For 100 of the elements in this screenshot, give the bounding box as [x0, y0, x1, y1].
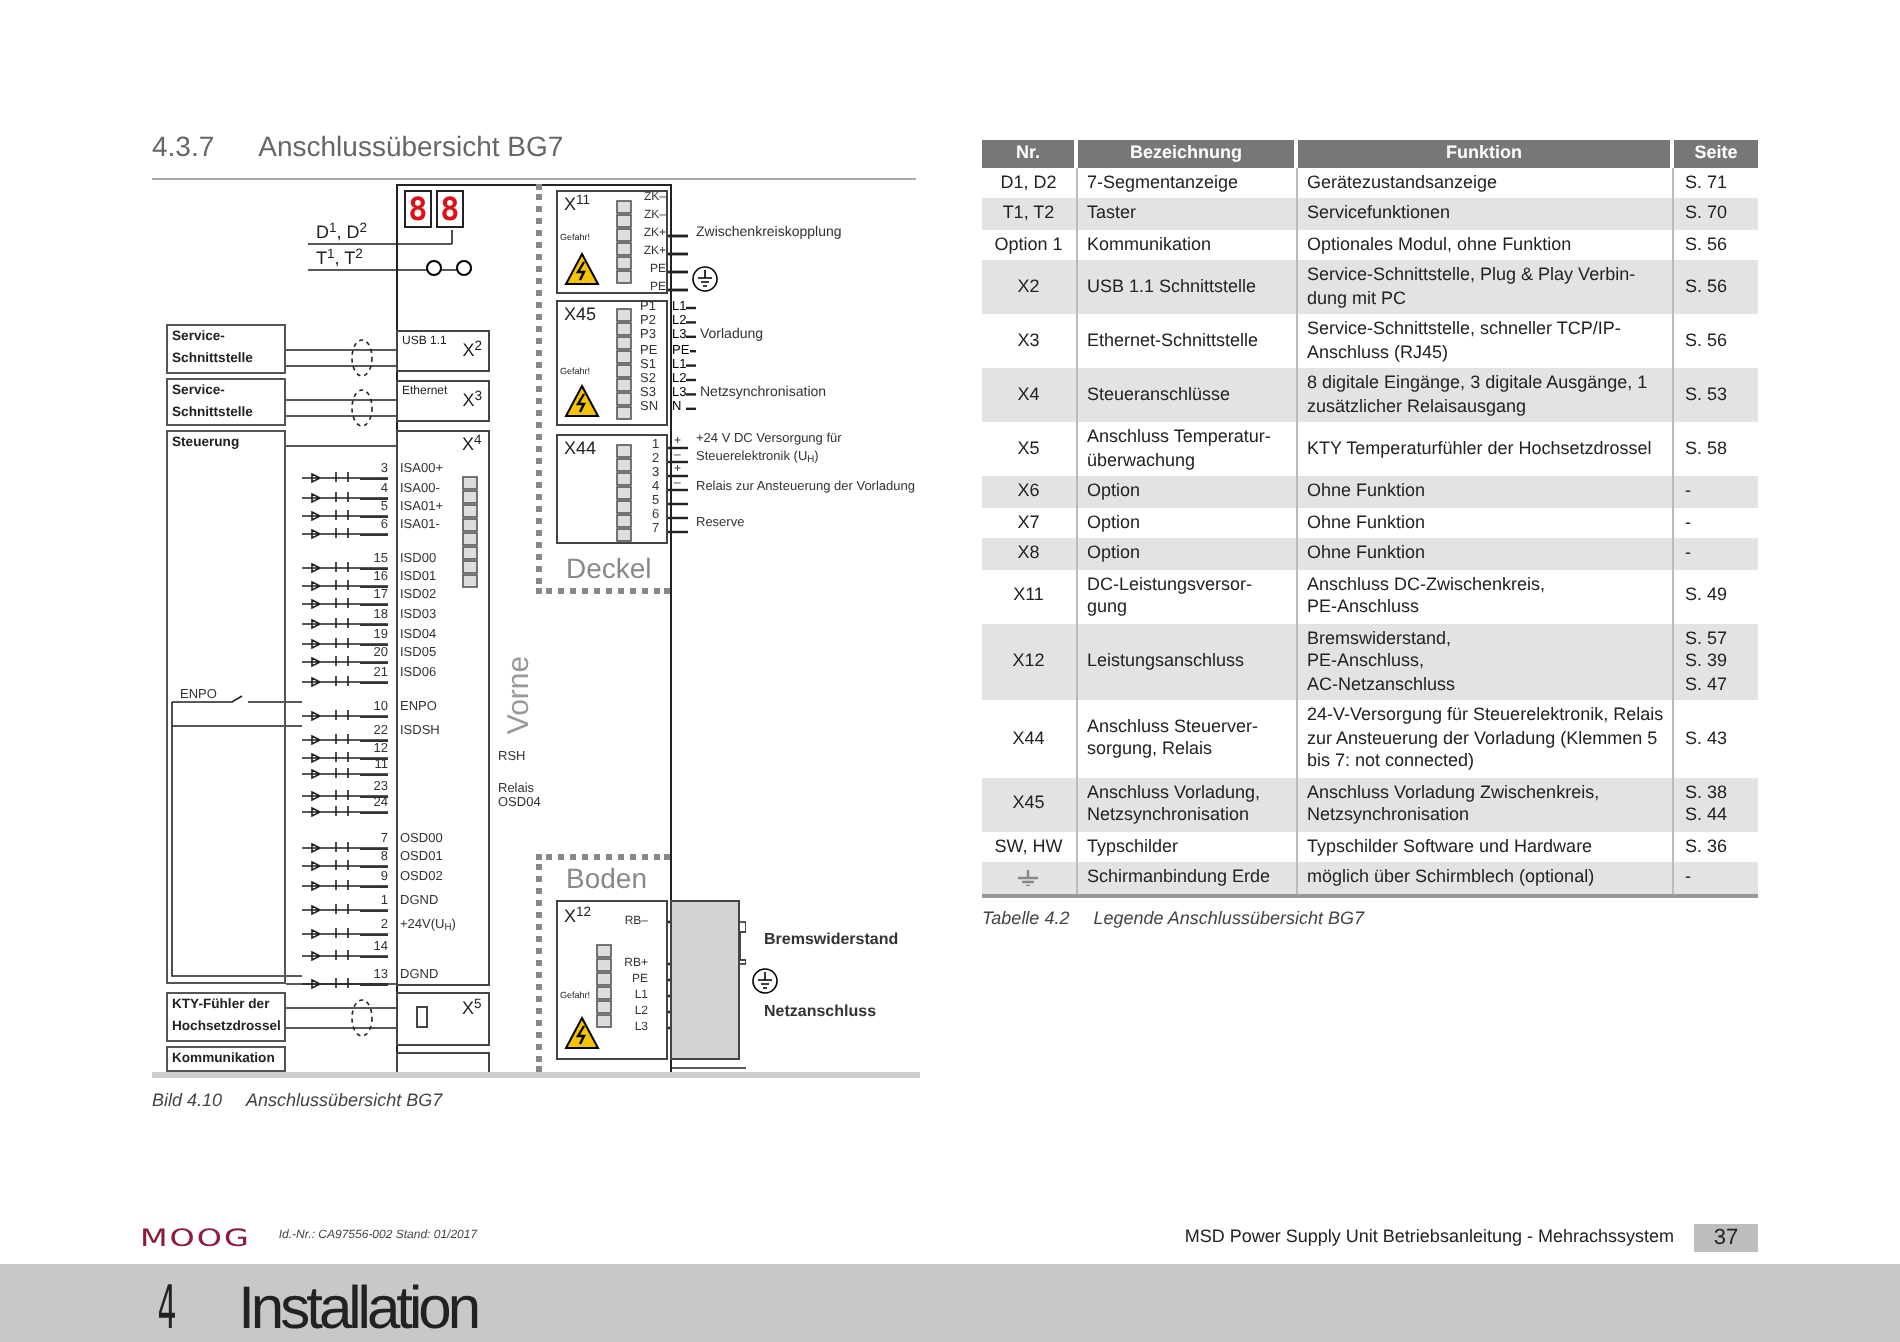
seven-segment-digit: 8 — [436, 190, 464, 228]
port-label: X$^{4}$ — [462, 436, 482, 454]
page-reference: S. 58 — [1685, 437, 1730, 461]
page-reference: S. 71 — [1685, 171, 1730, 194]
side-label: Vorne — [504, 655, 535, 735]
pin-wire — [301, 927, 389, 939]
page-reference: S. 44 — [1685, 804, 1730, 827]
section-number: 4.3.7 — [152, 132, 215, 160]
page-reference: - — [1685, 511, 1693, 534]
page-reference: - — [1685, 542, 1693, 565]
port-label: X$^{2}$ — [462, 342, 482, 360]
pin-wire — [301, 751, 389, 763]
pin-wire — [301, 859, 389, 871]
pin-wire — [301, 579, 389, 591]
table-cell: D1, D2 — [982, 167, 1076, 198]
pin-wire — [301, 675, 389, 687]
pin-wire — [301, 977, 389, 989]
pin-wire — [301, 879, 389, 891]
cable-line — [285, 1007, 397, 1009]
page-reference: S. 56 — [1685, 329, 1730, 353]
pin-wire — [301, 709, 389, 721]
page-reference: S. 43 — [1685, 727, 1730, 750]
table-cell: SW, HW — [982, 831, 1076, 862]
warning-icon — [564, 252, 600, 286]
pin-wire — [301, 527, 389, 539]
table-cell: X44 — [982, 700, 1076, 777]
pin-wire — [301, 561, 389, 573]
ground-icon — [692, 266, 718, 292]
page-reference: S. 56 — [1685, 275, 1730, 299]
pin-wire — [301, 617, 389, 629]
display-label: D$^{1}$, D$^{2}$ — [316, 224, 368, 242]
terminal-block-icon — [616, 308, 632, 422]
terminal-block-icon — [596, 944, 612, 1030]
cable-line — [285, 415, 397, 417]
page-reference: S. 53 — [1685, 383, 1730, 407]
port-box — [396, 992, 490, 1046]
pin-wire — [301, 949, 389, 961]
area-label: Deckel — [566, 554, 652, 582]
table-cell: Option 1 — [982, 229, 1076, 260]
pin-wire — [301, 471, 389, 483]
shield-marker — [351, 999, 373, 1037]
shield-marker — [351, 339, 373, 377]
pin-wire — [301, 767, 389, 779]
terminal-wire — [686, 321, 696, 324]
company-logo: MOOG — [140, 1225, 251, 1249]
page-number: 37 — [1694, 1223, 1758, 1251]
cable-line — [285, 399, 397, 401]
table-number: Tabelle 4.2 — [982, 905, 1070, 931]
button-label: T$^{1}$, T$^{2}$ — [316, 250, 363, 268]
table-cell: X4 — [982, 368, 1076, 422]
port-box — [396, 1052, 490, 1072]
terminal-wire — [686, 393, 696, 396]
pin-wire — [301, 789, 389, 801]
table-cell: X7 — [982, 507, 1076, 538]
table-cell: X6 — [982, 476, 1076, 507]
table-caption: Legende Anschlussübersicht BG7 — [1093, 905, 1364, 932]
page-reference: - — [1685, 480, 1693, 503]
table-cell: X11 — [982, 569, 1076, 623]
pin-wire — [301, 509, 389, 521]
terminal-block-icon — [462, 476, 478, 590]
page-reference: S. 38 — [1685, 781, 1730, 804]
page-reference: S. 56 — [1685, 233, 1730, 256]
ground-icon — [752, 968, 778, 994]
pin-wire — [301, 841, 389, 853]
enpo-switch-wire — [171, 695, 303, 703]
warning-icon — [564, 1016, 600, 1050]
page-reference: S. 70 — [1685, 202, 1730, 225]
connection-label: Netzanschluss — [764, 1004, 877, 1020]
page-reference: S. 47 — [1685, 673, 1730, 696]
table-cell: X3 — [982, 314, 1076, 368]
cable-line — [285, 365, 397, 367]
cable-line — [285, 445, 397, 447]
shield-marker — [351, 389, 373, 427]
table-cell: X45 — [982, 777, 1076, 831]
connection-label: Bremswiderstand — [764, 932, 899, 948]
pin-wire — [301, 637, 389, 649]
page-reference: - — [1685, 866, 1693, 889]
cable-line — [285, 1027, 397, 1029]
pin-wire — [301, 733, 389, 745]
section-title: Anschlussübersicht BG7 — [258, 132, 564, 160]
page-reference: S. 36 — [1685, 835, 1730, 858]
figure-number: Bild 4.10 — [152, 1088, 223, 1114]
seven-segment-digit: 8 — [404, 190, 432, 228]
pin-wire — [301, 491, 389, 503]
port-label: X$^{5}$ — [462, 1000, 482, 1018]
table-cell: möglich über Schirmblech (optional) — [1296, 862, 1672, 895]
chapter-title: Installation — [238, 1278, 478, 1342]
table-cell: Schirmanbindung Erde — [1076, 862, 1296, 895]
terminal-block-icon — [616, 444, 632, 544]
figure-caption: Anschlussübersicht BG7 — [246, 1088, 443, 1114]
document-title: MSD Power Supply Unit Betriebsanleitung - Mehrachssystem — [1184, 1223, 1674, 1250]
pin-wire — [301, 597, 389, 609]
area-label: Boden — [566, 864, 647, 892]
pin-wire — [301, 903, 389, 915]
port-label: X$^{3}$ — [462, 392, 482, 410]
table-cell: X8 — [982, 538, 1076, 569]
ground-icon — [1016, 869, 1041, 886]
pin-wire — [301, 805, 389, 817]
connector-label: X$^{12}$ — [564, 908, 592, 926]
connector-label: X44 — [564, 440, 597, 458]
